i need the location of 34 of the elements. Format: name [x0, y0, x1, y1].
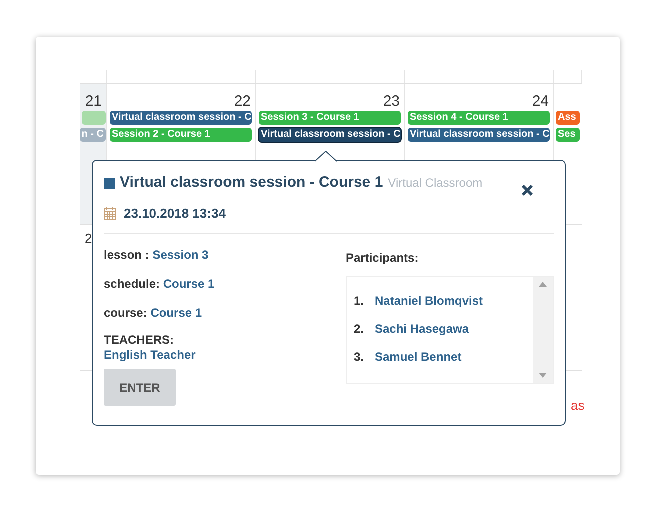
list-number: 1. — [354, 294, 366, 309]
event-label: as — [571, 397, 585, 415]
participant-name[interactable]: Nataniel Blomqvist — [375, 294, 484, 309]
day-number: 24 — [532, 94, 549, 109]
color-square-icon — [104, 178, 115, 189]
teachers-label: TEACHERS: — [104, 333, 176, 348]
close-button[interactable] — [521, 184, 534, 197]
participant-name[interactable]: Sachi Hasegawa — [375, 322, 470, 337]
participants-heading: Participants: — [346, 251, 419, 265]
popup-title: Virtual classroom session - Course 1 — [120, 173, 384, 193]
day-number: 21 — [85, 94, 102, 109]
enter-button[interactable]: ENTER — [104, 369, 176, 406]
event-type: Virtual Classroom — [388, 175, 483, 192]
scrollbar[interactable] — [533, 277, 553, 383]
day-number: 2 — [85, 230, 92, 248]
event-date: 23.10.2018 13:34 — [124, 204, 226, 222]
teacher-name: English Teacher — [104, 348, 196, 363]
day-number: 22 — [234, 94, 251, 109]
scroll-up-icon — [539, 282, 547, 287]
detail-line: course: Course 1 — [104, 305, 204, 322]
close-icon — [521, 184, 534, 197]
list-number: 3. — [354, 350, 366, 365]
participant-name[interactable]: Samuel Bennet — [375, 350, 462, 365]
list-number: 2. — [354, 322, 366, 337]
day-number: 23 — [383, 94, 400, 109]
event-bar[interactable] — [82, 111, 106, 125]
event-bar[interactable]: Virtual classroom session - C — [259, 128, 401, 142]
detail-line: lesson : Session 3 — [104, 247, 210, 264]
scroll-down-icon — [539, 373, 547, 378]
event-bar[interactable]: Ass — [556, 111, 580, 125]
event-bar[interactable]: Virtual classroom session - C — [110, 111, 252, 125]
detail-line: schedule: Course 1 — [104, 276, 216, 293]
calendar-icon — [104, 206, 116, 220]
event-bar[interactable]: Virtual classroom session - C — [408, 128, 550, 142]
